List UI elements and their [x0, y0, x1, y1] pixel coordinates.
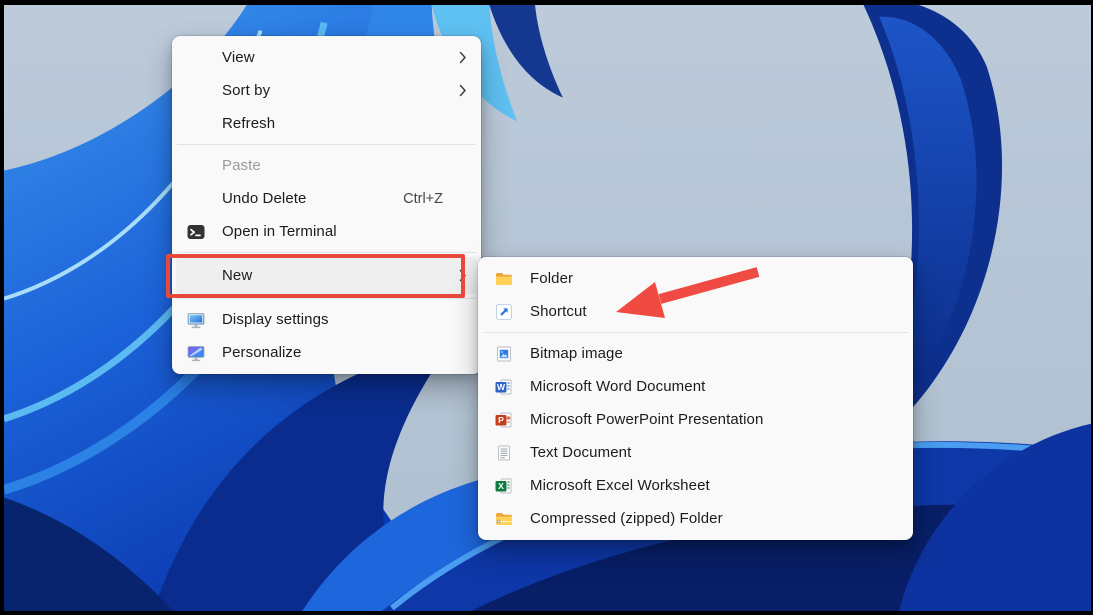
- icon-placeholder: [186, 189, 206, 209]
- icon-placeholder: [186, 81, 206, 101]
- menu-item-label: Undo Delete: [222, 190, 307, 207]
- word-icon: W: [494, 377, 514, 397]
- menu-separator: [483, 332, 908, 333]
- folder-icon: [494, 269, 514, 289]
- menu-item-label: Bitmap image: [530, 345, 623, 362]
- keyboard-shortcut: Ctrl+Z: [403, 190, 443, 207]
- icon-placeholder: [186, 114, 206, 134]
- svg-text:X: X: [498, 481, 504, 491]
- icon-placeholder: [186, 156, 206, 176]
- menu-item-folder[interactable]: Folder: [482, 262, 909, 295]
- menu-item-bitmap-image[interactable]: Bitmap image: [482, 337, 909, 370]
- menu-item-shortcut[interactable]: Shortcut: [482, 295, 909, 328]
- menu-item-personalize[interactable]: Personalize: [176, 336, 477, 369]
- menu-item-label: Compressed (zipped) Folder: [530, 510, 723, 527]
- menu-item-label: Microsoft Word Document: [530, 378, 706, 395]
- bitmap-image-icon: [494, 344, 514, 364]
- powerpoint-icon: P: [494, 410, 514, 430]
- menu-item-label: Text Document: [530, 444, 632, 461]
- svg-text:W: W: [497, 382, 506, 392]
- menu-item-text-document[interactable]: Text Document: [482, 436, 909, 469]
- icon-placeholder: [186, 48, 206, 68]
- menu-item-label: Paste: [222, 157, 261, 174]
- menu-item-microsoft-word-document[interactable]: W Microsoft Word Document: [482, 370, 909, 403]
- zip-folder-icon: [494, 509, 514, 529]
- shortcut-icon: [494, 302, 514, 322]
- menu-item-open-in-terminal[interactable]: Open in Terminal: [176, 215, 477, 248]
- menu-item-display-settings[interactable]: Display settings: [176, 303, 477, 336]
- chevron-right-icon: [457, 269, 467, 282]
- menu-separator: [177, 144, 476, 145]
- menu-item-label: View: [222, 49, 255, 66]
- personalize-icon: [186, 343, 206, 363]
- new-submenu: Folder Shortcut Bitmap image W Microsoft…: [478, 257, 913, 540]
- terminal-icon: [186, 222, 206, 242]
- menu-item-undo-delete[interactable]: Undo Delete Ctrl+Z: [176, 182, 477, 215]
- menu-separator: [177, 298, 476, 299]
- menu-item-label: Personalize: [222, 344, 302, 361]
- menu-item-view[interactable]: View: [176, 41, 477, 74]
- menu-item-label: New: [222, 267, 253, 284]
- menu-item-microsoft-excel-worksheet[interactable]: X Microsoft Excel Worksheet: [482, 469, 909, 502]
- display-settings-icon: [186, 310, 206, 330]
- menu-item-compressed-zipped-folder[interactable]: Compressed (zipped) Folder: [482, 502, 909, 535]
- menu-item-label: Display settings: [222, 311, 329, 328]
- icon-placeholder: [186, 266, 206, 286]
- svg-text:P: P: [498, 415, 504, 425]
- menu-item-label: Folder: [530, 270, 574, 287]
- chevron-right-icon: [457, 84, 467, 97]
- chevron-right-icon: [457, 51, 467, 64]
- menu-item-refresh[interactable]: Refresh: [176, 107, 477, 140]
- menu-item-label: Refresh: [222, 115, 276, 132]
- menu-separator: [177, 252, 476, 253]
- menu-item-label: Open in Terminal: [222, 223, 337, 240]
- menu-item-label: Shortcut: [530, 303, 587, 320]
- excel-icon: X: [494, 476, 514, 496]
- menu-item-label: Microsoft PowerPoint Presentation: [530, 411, 764, 428]
- text-document-icon: [494, 443, 514, 463]
- menu-item-label: Sort by: [222, 82, 271, 99]
- menu-item-sort-by[interactable]: Sort by: [176, 74, 477, 107]
- menu-item-label: Microsoft Excel Worksheet: [530, 477, 710, 494]
- menu-item-new[interactable]: New: [176, 257, 477, 294]
- context-menu: View Sort by Refresh Paste Undo Delete C…: [172, 36, 481, 374]
- menu-item-paste[interactable]: Paste: [176, 149, 477, 182]
- menu-item-microsoft-powerpoint-presentation[interactable]: P Microsoft PowerPoint Presentation: [482, 403, 909, 436]
